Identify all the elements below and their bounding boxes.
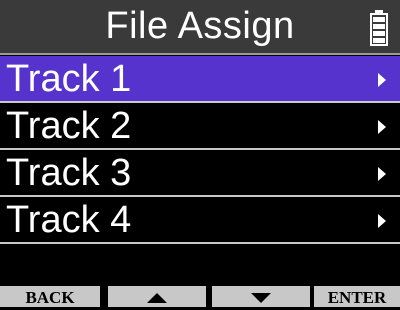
battery-icon — [370, 10, 388, 46]
page-title: File Assign — [105, 5, 295, 47]
back-button[interactable]: BACK — [0, 286, 100, 307]
enter-button[interactable]: ENTER — [314, 286, 400, 307]
track-label: Track 2 — [6, 105, 132, 147]
screen: File Assign Track 1 Track 2 Track 3 Trac… — [0, 0, 400, 307]
down-arrow-icon — [251, 293, 271, 303]
chevron-right-icon — [378, 214, 386, 228]
track-list: Track 1 Track 2 Track 3 Track 4 — [0, 56, 400, 244]
list-item-track-3[interactable]: Track 3 — [0, 150, 400, 197]
softkey-bar: BACK ENTER — [0, 286, 400, 307]
chevron-right-icon — [378, 167, 386, 181]
up-arrow-icon — [147, 293, 167, 303]
chevron-right-icon — [378, 120, 386, 134]
track-label: Track 4 — [6, 199, 132, 241]
list-item-track-1[interactable]: Track 1 — [0, 56, 400, 103]
chevron-right-icon — [378, 73, 386, 87]
list-item-track-4[interactable]: Track 4 — [0, 197, 400, 244]
up-button[interactable] — [108, 286, 206, 307]
list-item-track-2[interactable]: Track 2 — [0, 103, 400, 150]
track-label: Track 3 — [6, 152, 132, 194]
track-label: Track 1 — [6, 58, 132, 100]
down-button[interactable] — [212, 286, 310, 307]
title-bar: File Assign — [0, 0, 400, 55]
